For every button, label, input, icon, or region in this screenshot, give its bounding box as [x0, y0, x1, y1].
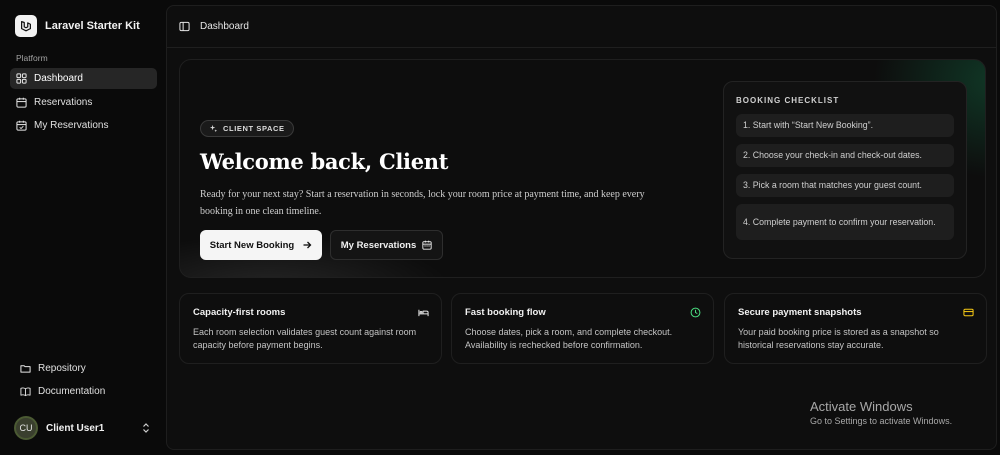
- start-new-booking-button[interactable]: Start New Booking: [200, 230, 322, 260]
- welcome-hero: CLIENT SPACE Welcome back, Client Ready …: [179, 59, 986, 278]
- checklist-title: BOOKING CHECKLIST: [736, 96, 840, 105]
- sidebar-item-reservations[interactable]: Reservations: [10, 92, 157, 113]
- card-title: Fast booking flow: [465, 307, 546, 318]
- sidebar: Laravel Starter Kit Platform Dashboard R…: [0, 0, 166, 455]
- card-description: Choose dates, pick a room, and complete …: [465, 327, 673, 350]
- card-description: Your paid booking price is stored as a s…: [738, 327, 939, 350]
- sidebar-footer-links: Repository Documentation: [15, 358, 162, 404]
- card-description: Each room selection validates guest coun…: [193, 327, 417, 350]
- book-icon: [20, 387, 31, 397]
- sidebar-section-label: Platform: [16, 53, 48, 63]
- hero-description: Ready for your next stay? Start a reserv…: [200, 189, 645, 217]
- checklist-item: 3. Pick a room that matches your guest c…: [736, 174, 954, 197]
- badge-label: CLIENT SPACE: [223, 124, 285, 133]
- topbar: Dashboard: [167, 6, 996, 48]
- button-label: Start New Booking: [209, 239, 295, 251]
- user-menu[interactable]: CU Client User1: [10, 416, 157, 440]
- checklist-item: 1. Start with “Start New Booking”.: [736, 114, 954, 137]
- card-title: Capacity-first rooms: [193, 307, 286, 318]
- arrow-right-icon: [303, 241, 312, 249]
- user-name: Client User1: [46, 422, 105, 434]
- feature-card-booking-flow: Fast booking flow Choose dates, pick a r…: [451, 293, 714, 364]
- sidebar-item-my-reservations[interactable]: My Reservations: [10, 115, 157, 136]
- avatar: CU: [14, 416, 38, 440]
- credit-card-icon: [963, 308, 974, 317]
- booking-checklist: BOOKING CHECKLIST 1. Start with “Start N…: [723, 81, 967, 259]
- laravel-logo-icon: [15, 15, 37, 37]
- feature-card-capacity: Capacity-first rooms Each room selection…: [179, 293, 442, 364]
- my-reservations-button[interactable]: My Reservations: [330, 230, 443, 260]
- bed-icon: [418, 309, 429, 317]
- checklist-item: 4. Complete payment to confirm your rese…: [736, 204, 954, 240]
- sidebar-toggle-icon[interactable]: [179, 21, 190, 32]
- sparkles-icon: [209, 124, 218, 133]
- button-label: My Reservations: [340, 239, 417, 251]
- watermark-title: Activate Windows: [810, 399, 913, 414]
- calendar-icon: [422, 240, 432, 250]
- breadcrumb[interactable]: Dashboard: [200, 21, 249, 32]
- folder-icon: [20, 365, 31, 373]
- sidebar-nav: Dashboard Reservations My Reservations: [10, 68, 157, 139]
- sidebar-item-label: My Reservations: [34, 120, 109, 131]
- checklist-item: 2. Choose your check-in and check-out da…: [736, 144, 954, 167]
- card-title: Secure payment snapshots: [738, 307, 862, 318]
- client-space-badge: CLIENT SPACE: [200, 120, 294, 137]
- page-title: Welcome back, Client: [200, 149, 449, 174]
- watermark-subtitle: Go to Settings to activate Windows.: [810, 416, 953, 426]
- calendar-check-icon: [16, 120, 27, 131]
- sidebar-item-repository[interactable]: Repository: [15, 358, 162, 379]
- clock-icon: [690, 307, 701, 318]
- sidebar-item-documentation[interactable]: Documentation: [15, 381, 162, 402]
- chevron-up-down-icon: [143, 423, 149, 433]
- sidebar-item-label: Dashboard: [34, 73, 83, 84]
- calendar-icon: [16, 97, 27, 108]
- brand[interactable]: Laravel Starter Kit: [15, 15, 140, 37]
- sidebar-item-label: Repository: [38, 363, 86, 374]
- sidebar-item-label: Reservations: [34, 96, 93, 108]
- feature-card-payment: Secure payment snapshots Your paid booki…: [724, 293, 987, 364]
- sidebar-item-label: Documentation: [38, 386, 106, 397]
- grid-icon: [16, 73, 27, 84]
- sidebar-item-dashboard[interactable]: Dashboard: [10, 68, 157, 89]
- activate-windows-watermark: Activate Windows Go to Settings to activ…: [810, 399, 952, 426]
- main-panel: Dashboard CLIENT SPACE Welcome back, Cli…: [166, 5, 997, 450]
- brand-name: Laravel Starter Kit: [45, 20, 140, 32]
